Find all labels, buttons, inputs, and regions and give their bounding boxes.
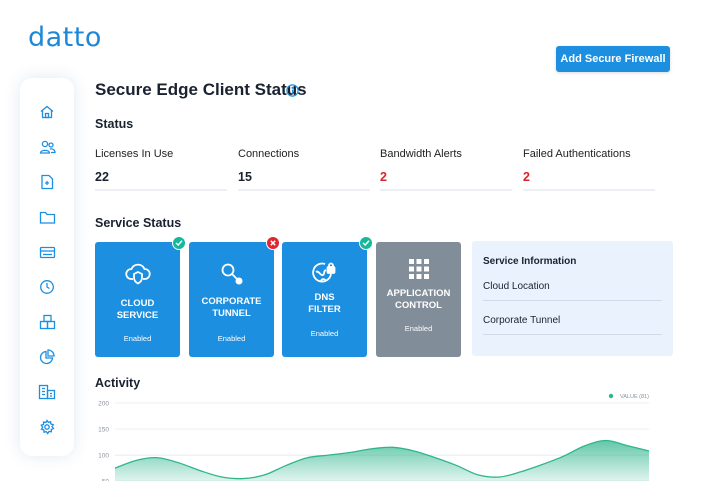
stat-value: 15 [238, 170, 252, 184]
service-card-dns-filter[interactable]: DNS Filter Enabled [282, 236, 373, 357]
network-icon[interactable] [37, 242, 57, 262]
divider [238, 189, 370, 191]
divider [380, 189, 512, 191]
series-area [115, 440, 649, 481]
sidebar-nav [20, 78, 74, 456]
stat-label: Bandwidth Alerts [380, 148, 462, 160]
card-state: Enabled [404, 324, 433, 333]
stat-label: Failed Authentications [523, 148, 631, 160]
card-name-line2: Control [395, 300, 442, 311]
users-icon[interactable] [37, 137, 57, 157]
card-name-line1: Cloud [120, 298, 155, 309]
check-icon [172, 236, 186, 250]
pie-chart-icon[interactable] [37, 347, 57, 367]
y-tick-label: 200 [98, 401, 109, 408]
building-icon[interactable] [37, 382, 57, 402]
activity-chart: 20015010050VALUE (81) [98, 393, 650, 481]
folder-icon[interactable] [37, 207, 57, 227]
y-tick-label: 150 [98, 427, 109, 434]
service-information-title: Service Information [483, 256, 577, 267]
service-card-cloud[interactable]: Cloud Service Enabled [95, 236, 186, 357]
service-info-row[interactable]: Corporate Tunnel [483, 315, 662, 335]
legend-label: VALUE (81) [620, 394, 649, 400]
card-state: Enabled [217, 334, 246, 343]
legend-marker [608, 393, 614, 399]
cloud-shield-icon [95, 260, 180, 286]
card-name-line2: Tunnel [212, 308, 251, 319]
service-card-corporate-tunnel[interactable]: Corporate Tunnel Enabled [189, 236, 280, 357]
page-title: Secure Edge Client Status [95, 80, 307, 99]
card-name-line2: Service [116, 310, 159, 321]
card-name-line1: DNS [314, 292, 335, 303]
home-icon[interactable] [37, 102, 57, 122]
card-name-line1: Corporate [201, 296, 262, 307]
document-icon[interactable] [37, 172, 57, 192]
service-info-row[interactable]: Cloud Location [483, 281, 662, 301]
packages-icon[interactable] [37, 312, 57, 332]
card-name-line1: Application [386, 288, 451, 299]
service-card-application-control[interactable]: Application Control Enabled [376, 242, 461, 357]
settings-icon[interactable] [37, 417, 57, 437]
check-icon [359, 236, 373, 250]
service-status-title: Service Status [95, 216, 182, 230]
stat-licenses-in-use: Licenses In Use 22 [95, 148, 227, 191]
stat-connections: Connections 15 [238, 148, 370, 191]
add-secure-firewall-button[interactable]: Add Secure Firewall [556, 46, 670, 72]
service-information-panel: Service Information Cloud Location Corpo… [472, 241, 673, 356]
card-state: Enabled [310, 329, 339, 338]
globe-lock-icon [282, 260, 367, 286]
card-state: Enabled [123, 334, 152, 343]
info-icon[interactable] [286, 84, 299, 97]
card-name-line2: Filter [308, 304, 341, 315]
stat-value: 2 [380, 170, 387, 184]
clock-icon[interactable] [37, 277, 57, 297]
divider [523, 189, 655, 191]
error-icon [266, 236, 280, 250]
datto-logo: datto [28, 22, 102, 53]
stat-label: Connections [238, 148, 300, 160]
grid-icon [376, 258, 461, 280]
divider [95, 189, 227, 191]
stat-bandwidth-alerts: Bandwidth Alerts 2 [380, 148, 512, 191]
key-icon [189, 260, 274, 286]
stat-value: 2 [523, 170, 530, 184]
stat-label: Licenses In Use [95, 148, 174, 160]
y-tick-label: 100 [98, 453, 109, 460]
stat-value: 22 [95, 170, 109, 184]
stat-failed-authentications: Failed Authentications 2 [523, 148, 655, 191]
status-section-title: Status [95, 117, 134, 131]
